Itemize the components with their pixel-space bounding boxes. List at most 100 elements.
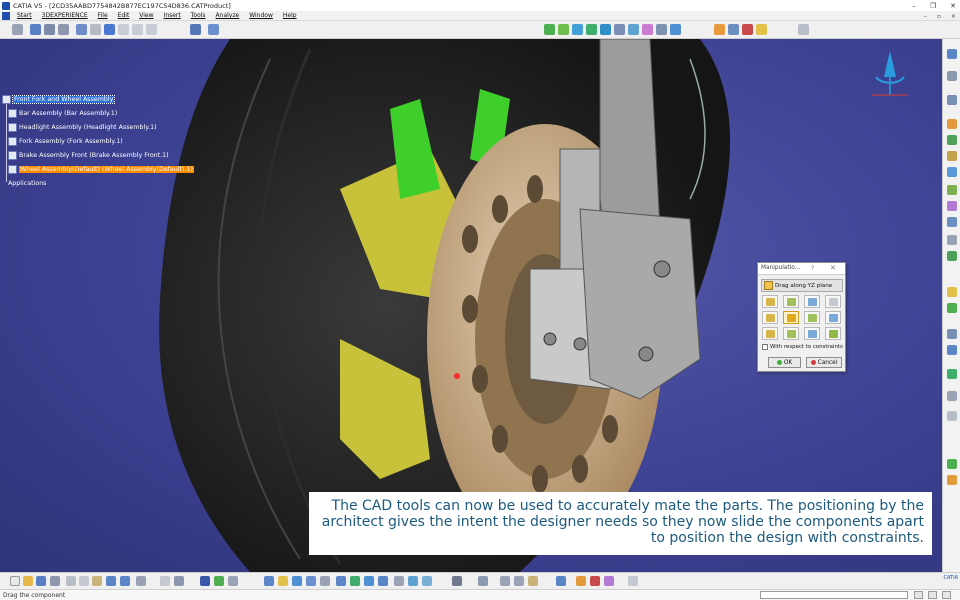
hide-show-icon[interactable] <box>306 576 316 586</box>
tool-icon-16[interactable] <box>947 345 957 355</box>
rotate-y-axis-button[interactable] <box>783 327 799 340</box>
view-tool-icon-5[interactable] <box>394 576 404 586</box>
tool-icon-11[interactable] <box>947 235 957 245</box>
normal-view-icon[interactable] <box>264 576 274 586</box>
view-tool-icon-6[interactable] <box>408 576 418 586</box>
redo-icon[interactable] <box>90 24 101 35</box>
menu-window[interactable]: Window <box>244 12 278 19</box>
assembly-icon-3[interactable] <box>572 24 583 35</box>
measure-icon[interactable] <box>947 167 957 177</box>
fit-all-icon[interactable] <box>160 576 170 586</box>
new-icon[interactable] <box>10 576 20 586</box>
maximize-button[interactable]: ❐ <box>930 2 936 10</box>
tree-node-fork-assembly[interactable]: Fork Assembly (Fork Assembly.1) <box>2 134 202 148</box>
clash-icon[interactable] <box>947 135 957 145</box>
manipulation-icon[interactable] <box>190 24 201 35</box>
rotate-z-axis-button[interactable] <box>804 327 820 340</box>
close-button[interactable]: ✕ <box>950 2 956 10</box>
assembly-icon-5[interactable] <box>600 24 611 35</box>
ok-button[interactable]: OK <box>768 357 801 368</box>
menu-help[interactable]: Help <box>278 12 302 19</box>
drag-x-axis-button[interactable] <box>762 295 778 308</box>
assembly-icon-10[interactable] <box>670 24 681 35</box>
assembly-icon-7[interactable] <box>628 24 639 35</box>
swap-visible-icon[interactable] <box>320 576 330 586</box>
view-tool-icon-1[interactable] <box>336 576 346 586</box>
tree-label[interactable]: Applications <box>8 180 46 187</box>
menu-start[interactable]: Start <box>12 12 37 19</box>
assembly-icon-8[interactable] <box>642 24 653 35</box>
zoom-out-icon[interactable] <box>228 576 238 586</box>
redo-icon[interactable] <box>120 576 130 586</box>
assembly-icon-1[interactable] <box>544 24 555 35</box>
drag-y-axis-button[interactable] <box>783 295 799 308</box>
print-icon[interactable] <box>50 576 60 586</box>
minimize-button[interactable]: – <box>912 2 916 10</box>
rotate-around-axis-button[interactable] <box>825 327 841 340</box>
iso-view-icon[interactable] <box>278 576 288 586</box>
assembly-icon-6[interactable] <box>614 24 625 35</box>
snap-icon[interactable] <box>947 71 957 81</box>
assembly-icon-9[interactable] <box>656 24 667 35</box>
constraint-icon[interactable] <box>947 95 957 105</box>
status-button-3[interactable] <box>942 591 951 599</box>
menu-insert[interactable]: Insert <box>159 12 186 19</box>
drag-along-direction-button[interactable] <box>825 295 841 308</box>
tree-label[interactable]: Wheel Assembly(Default) (Wheel Assembly(… <box>19 165 194 173</box>
view-tool-icon-3[interactable] <box>364 576 374 586</box>
tree-label[interactable]: Fork Assembly (Fork Assembly.1) <box>19 138 123 145</box>
tool-icon-17[interactable] <box>947 369 957 379</box>
undo-icon[interactable] <box>76 24 87 35</box>
tree-node-root[interactable]: Front Fork and Wheel Assembly <box>2 92 202 106</box>
analysis-icon-5[interactable] <box>798 24 809 35</box>
menu-tools[interactable]: Tools <box>186 12 211 19</box>
start-logo-icon[interactable] <box>2 11 10 20</box>
zoom-icon[interactable] <box>146 24 157 35</box>
constraint-icon[interactable] <box>208 24 219 35</box>
tree-label[interactable]: Brake Assembly Front (Brake Assembly Fro… <box>19 152 169 159</box>
view-tool-icon-7[interactable] <box>422 576 432 586</box>
drag-z-axis-button[interactable] <box>804 295 820 308</box>
tree-node-wheel-assembly[interactable]: Wheel Assembly(Default) (Wheel Assembly(… <box>2 162 202 176</box>
tool-icon-8[interactable] <box>947 185 957 195</box>
zoom-in-icon[interactable] <box>214 576 224 586</box>
view-tool-icon-8[interactable] <box>452 576 462 586</box>
undo-icon[interactable] <box>106 576 116 586</box>
drag-xz-plane-button[interactable] <box>804 311 820 324</box>
tool-icon-9[interactable] <box>947 201 957 211</box>
view-tool-icon-12[interactable] <box>528 576 538 586</box>
analysis-icon-2[interactable] <box>728 24 739 35</box>
tree-label[interactable]: Bar Assembly (Bar Assembly.1) <box>19 110 117 117</box>
render-style-icon[interactable] <box>292 576 302 586</box>
dialog-close-button[interactable]: ✕ <box>830 264 836 272</box>
explode-icon[interactable] <box>947 119 957 129</box>
view-tool-icon-9[interactable] <box>478 576 488 586</box>
analysis-icon-4[interactable] <box>756 24 767 35</box>
rotate-x-axis-button[interactable] <box>762 327 778 340</box>
status-button-1[interactable] <box>914 591 923 599</box>
analysis-icon-1[interactable] <box>714 24 725 35</box>
drag-along-plane-button[interactable] <box>825 311 841 324</box>
view-tool-icon-2[interactable] <box>350 576 360 586</box>
fly-mode-icon[interactable] <box>104 24 115 35</box>
menu-3dexperience[interactable]: 3DEXPERIENCE <box>37 12 93 19</box>
print-icon[interactable] <box>58 24 69 35</box>
view-tool-icon-14[interactable] <box>576 576 586 586</box>
menu-edit[interactable]: Edit <box>113 12 135 19</box>
tree-node-headlight-assembly[interactable]: Headlight Assembly (Headlight Assembly.1… <box>2 120 202 134</box>
view-tool-icon-11[interactable] <box>514 576 524 586</box>
doc-restore-button[interactable]: ▫ <box>937 13 941 20</box>
tool-icon-19[interactable] <box>947 411 957 421</box>
cancel-button[interactable]: Cancel <box>806 357 842 368</box>
view-tool-icon-10[interactable] <box>500 576 510 586</box>
tool-icon-10[interactable] <box>947 217 957 227</box>
drag-xy-plane-button[interactable] <box>762 311 778 324</box>
tool-icon-12[interactable] <box>947 251 957 261</box>
paste-icon[interactable] <box>92 576 102 586</box>
menu-file[interactable]: File <box>93 12 113 19</box>
workbench-icon[interactable] <box>947 49 957 59</box>
open-icon[interactable] <box>23 576 33 586</box>
tree-node-brake-assembly[interactable]: Brake Assembly Front (Brake Assembly Fro… <box>2 148 202 162</box>
assembly-icon-4[interactable] <box>586 24 597 35</box>
tree-label[interactable]: Headlight Assembly (Headlight Assembly.1… <box>19 124 157 131</box>
